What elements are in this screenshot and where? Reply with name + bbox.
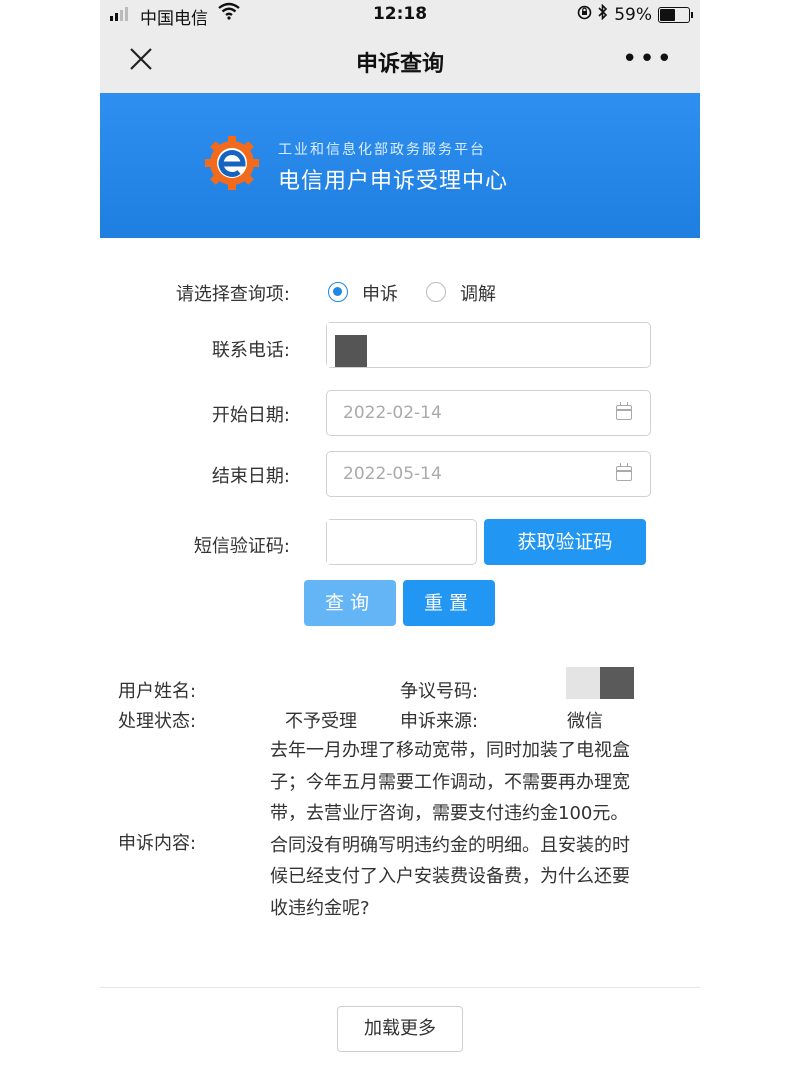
status-bar: 中国电信 12:18 59% — [100, 0, 700, 30]
battery-icon — [658, 6, 693, 23]
phone-input[interactable] — [326, 322, 651, 368]
banner-subtitle: 工业和信息化部政务服务平台 — [278, 142, 486, 158]
status-value: 不予受理 — [285, 711, 357, 732]
start-date-value: 2022-02-14 — [343, 403, 442, 423]
dispute-number-label: 争议号码: — [400, 681, 479, 702]
get-code-button[interactable]: 获取验证码 — [484, 519, 646, 565]
end-date-input[interactable]: 2022-05-14 — [326, 451, 651, 497]
banner-title: 电信用户申诉受理中心 — [278, 169, 509, 194]
page-title: 申诉查询 — [355, 52, 444, 77]
reset-button[interactable]: 重置 — [403, 580, 495, 626]
phone-label: 联系电话: — [211, 340, 290, 361]
radio-mediation[interactable] — [426, 282, 446, 302]
battery-percent: 59% — [614, 4, 652, 25]
end-date-label: 结束日期: — [211, 466, 290, 487]
calendar-icon[interactable] — [616, 402, 632, 420]
start-date-label: 开始日期: — [211, 405, 290, 426]
load-more-button[interactable]: 加载更多 — [337, 1006, 463, 1052]
nav-bar: 申诉查询 ••• — [100, 30, 700, 93]
redacted-number — [600, 667, 634, 699]
start-date-input[interactable]: 2022-02-14 — [326, 390, 651, 436]
content-value: 去年一月办理了移动宽带，同时加装了电视盒子；今年五月需要工作调动，不需要再办理宽… — [270, 740, 630, 919]
radio-mediation-label[interactable]: 调解 — [460, 280, 496, 306]
header-banner: 工业和信息化部政务服务平台 电信用户申诉受理中心 — [100, 93, 700, 238]
source-label: 申诉来源: — [400, 711, 479, 732]
orientation-lock-icon — [577, 5, 592, 25]
platform-logo-icon — [204, 135, 260, 191]
query-button[interactable]: 查询 — [304, 580, 396, 626]
end-date-value: 2022-05-14 — [343, 464, 442, 484]
source-value: 微信 — [567, 711, 603, 732]
battery-fill — [660, 8, 675, 21]
sms-code-label: 短信验证码: — [193, 536, 290, 557]
more-menu-icon[interactable]: ••• — [622, 44, 674, 74]
status-label: 处理状态: — [118, 711, 197, 732]
sms-code-input[interactable] — [326, 519, 477, 565]
radio-appeal[interactable] — [328, 282, 348, 302]
calendar-icon[interactable] — [616, 463, 632, 481]
redacted-phone — [335, 335, 367, 367]
divider — [100, 987, 700, 988]
bluetooth-icon — [598, 3, 608, 25]
query-type-label: 请选择查询项: — [175, 284, 290, 305]
radio-appeal-label[interactable]: 申诉 — [362, 280, 398, 306]
phone-screen: 中国电信 12:18 59% 申诉查询 ••• 工业和信息化部政务服务平台 电信… — [100, 0, 700, 1067]
user-name-label: 用户姓名: — [118, 681, 197, 702]
content-label: 申诉内容: — [118, 833, 197, 854]
